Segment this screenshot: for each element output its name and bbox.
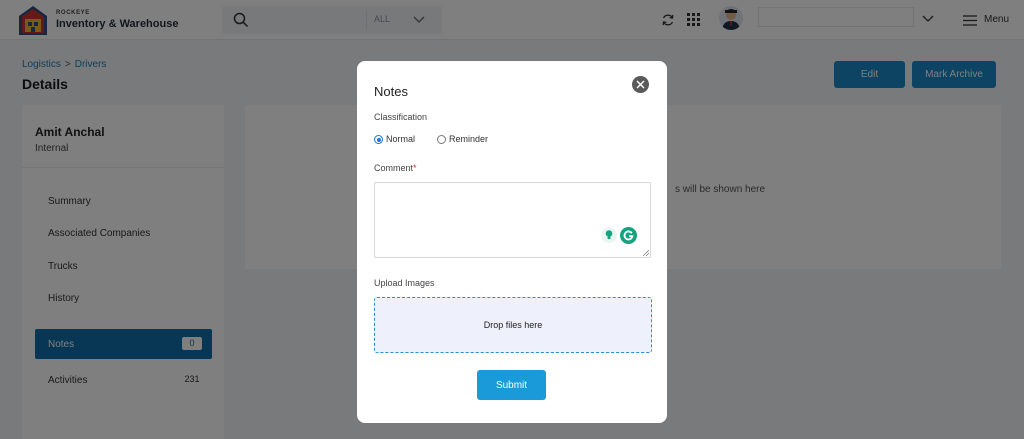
radio-normal-indicator[interactable] bbox=[374, 135, 383, 144]
close-button[interactable] bbox=[632, 76, 649, 93]
radio-normal[interactable]: Normal bbox=[374, 134, 424, 146]
upload-images-label: Upload Images bbox=[374, 278, 435, 288]
classification-label: Classification bbox=[374, 112, 428, 122]
notes-modal: Notes Classification Normal Reminder Com… bbox=[357, 61, 667, 423]
required-mark: * bbox=[413, 163, 417, 173]
comment-label: Comment* bbox=[374, 163, 417, 173]
submit-button[interactable]: Submit bbox=[477, 370, 546, 400]
comment-label-text: Comment bbox=[374, 163, 414, 173]
lightbulb-icon[interactable] bbox=[601, 227, 617, 243]
radio-reminder[interactable]: Reminder bbox=[437, 134, 497, 146]
radio-reminder-indicator[interactable] bbox=[437, 135, 446, 144]
comment-box bbox=[374, 182, 651, 258]
radio-normal-label: Normal bbox=[386, 134, 416, 144]
comment-textarea[interactable] bbox=[375, 183, 650, 257]
close-icon bbox=[636, 80, 645, 89]
dropzone-text: Drop files here bbox=[483, 320, 543, 330]
file-dropzone[interactable]: Drop files here bbox=[374, 297, 652, 353]
resize-handle-icon[interactable] bbox=[643, 250, 649, 256]
modal-title: Notes bbox=[374, 84, 408, 99]
radio-reminder-label: Reminder bbox=[449, 134, 489, 144]
grammarly-icon[interactable] bbox=[620, 227, 637, 244]
